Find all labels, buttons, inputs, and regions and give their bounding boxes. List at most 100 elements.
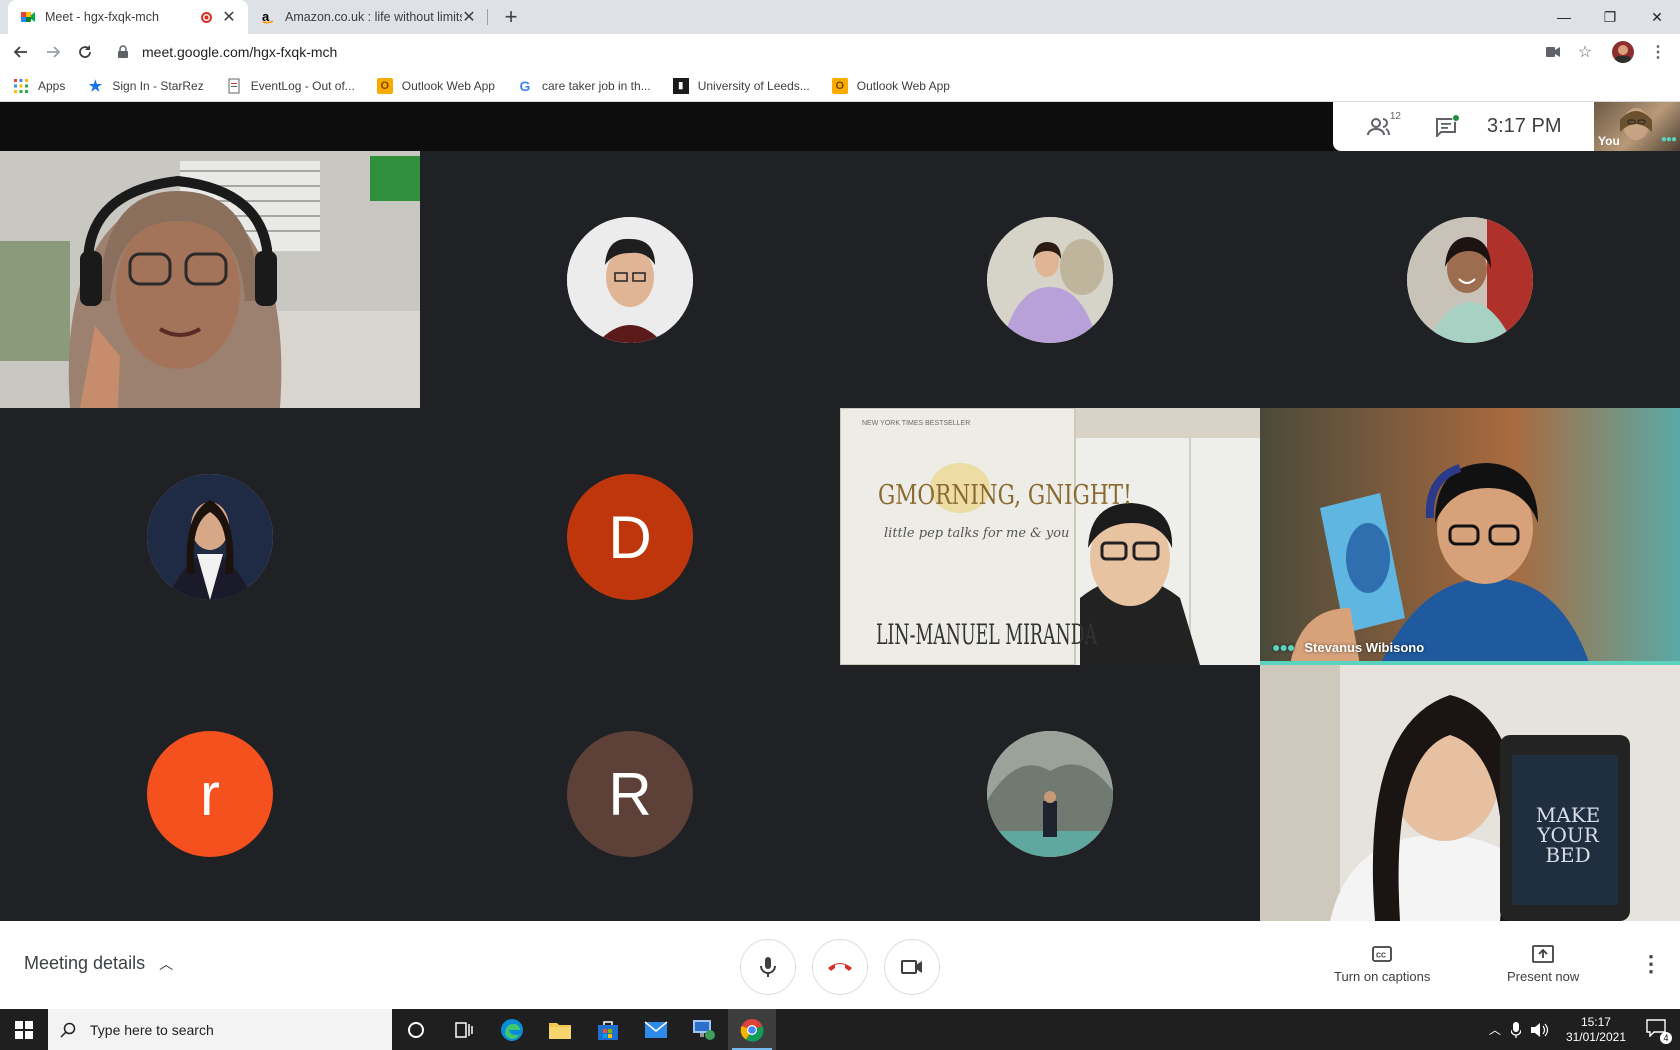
participant-avatar bbox=[147, 474, 273, 600]
bookmark-label: Apps bbox=[38, 78, 66, 93]
present-now-button[interactable]: Present now bbox=[1507, 943, 1579, 984]
action-center-button[interactable]: 4 bbox=[1646, 1019, 1672, 1044]
leave-call-button[interactable] bbox=[812, 939, 868, 995]
participant-tile-12[interactable]: MAKE YOUR BED bbox=[1260, 665, 1680, 922]
chevron-up-icon[interactable]: ︿ bbox=[1489, 1021, 1501, 1038]
microphone-button[interactable] bbox=[740, 939, 796, 995]
bookmark-caretaker[interactable]: G care taker job in th... bbox=[517, 78, 651, 94]
participant-tile-6[interactable]: D bbox=[420, 408, 840, 665]
hang-up-icon bbox=[828, 963, 852, 971]
mail-icon bbox=[644, 1020, 668, 1038]
book2-title: MAKE YOUR BED bbox=[1535, 803, 1601, 867]
browser-menu-icon[interactable]: ⋮ bbox=[1647, 41, 1669, 63]
clock-time: 15:17 bbox=[1580, 1014, 1611, 1029]
audio-indicator-icon: ●●● bbox=[1660, 134, 1677, 145]
participant-tile-7[interactable]: NEW YORK TIMES BESTSELLER GMORNING, GNIG… bbox=[840, 408, 1260, 665]
participant-tile-2[interactable] bbox=[420, 151, 840, 408]
participant-avatar bbox=[987, 731, 1113, 857]
windows-start-button[interactable] bbox=[0, 1009, 48, 1050]
bookmark-leeds[interactable]: ▮ University of Leeds... bbox=[672, 77, 810, 94]
forward-arrow-icon[interactable] bbox=[39, 38, 67, 66]
browser-toolbar: meet.google.com/hgx-fxqk-mch ☆ ⋮ bbox=[0, 34, 1680, 70]
participant-avatar-letter: R bbox=[567, 731, 693, 857]
windows-logo-icon bbox=[15, 1020, 33, 1039]
taskbar-clock[interactable]: 15:17 31/01/2021 bbox=[1566, 1015, 1626, 1045]
tab-amazon[interactable]: a Amazon.co.uk : life without limits ✕ bbox=[248, 0, 488, 34]
url-text: meet.google.com/hgx-fxqk-mch bbox=[142, 44, 338, 60]
bookmark-label: Outlook Web App bbox=[401, 78, 495, 93]
participant-name-tag: ●●● Stevanus Wibisono bbox=[1272, 639, 1424, 655]
bookmark-eventlog[interactable]: EventLog - Out of... bbox=[226, 78, 355, 94]
close-window-button[interactable]: ✕ bbox=[1634, 0, 1680, 34]
bookmark-label: University of Leeds... bbox=[697, 78, 810, 93]
lock-icon bbox=[118, 45, 128, 58]
participant-tile-5[interactable] bbox=[0, 408, 420, 665]
present-screen-icon bbox=[1532, 943, 1555, 965]
meeting-details-button[interactable]: Meeting details ︿ bbox=[24, 953, 173, 974]
taskbar-store[interactable] bbox=[584, 1009, 632, 1050]
profile-avatar[interactable] bbox=[1612, 41, 1634, 63]
participant-tile-4[interactable] bbox=[1260, 151, 1680, 408]
back-arrow-icon[interactable] bbox=[7, 38, 35, 66]
chat-button[interactable] bbox=[1435, 113, 1460, 137]
participant-video bbox=[1260, 665, 1680, 921]
google-meet-icon bbox=[21, 12, 35, 22]
bookmark-outlook-1[interactable]: O Outlook Web App bbox=[376, 77, 495, 94]
participant-tile-10[interactable]: R bbox=[420, 665, 840, 922]
reload-icon[interactable] bbox=[71, 38, 99, 66]
camera-button[interactable] bbox=[884, 939, 940, 995]
restore-button[interactable]: ❐ bbox=[1587, 0, 1633, 34]
book-title: GMORNING, GNIGHT! bbox=[878, 480, 1132, 511]
book-subtitle: little pep talks for me & you bbox=[884, 526, 1070, 541]
captions-button[interactable]: CC Turn on captions bbox=[1334, 943, 1430, 984]
bookmarks-bar: Apps ★ Sign In - StarRez EventLog - Out … bbox=[0, 70, 1680, 102]
cortana-button[interactable] bbox=[392, 1009, 440, 1050]
tab-meet[interactable]: Meet - hgx-fxqk-mch ✕ bbox=[8, 0, 248, 34]
microphone-tray-icon[interactable] bbox=[1510, 1021, 1521, 1038]
bookmark-outlook-2[interactable]: O Outlook Web App bbox=[831, 77, 950, 94]
participant-tile-3[interactable] bbox=[840, 151, 1260, 408]
microphone-icon bbox=[760, 957, 776, 977]
taskbar-chrome[interactable] bbox=[728, 1009, 776, 1050]
participant-tile-1[interactable] bbox=[0, 151, 420, 408]
participant-tile-9[interactable]: r bbox=[0, 665, 420, 922]
task-view-button[interactable] bbox=[440, 1009, 488, 1050]
clock-date: 31/01/2021 bbox=[1565, 1029, 1626, 1044]
participant-tile-11[interactable] bbox=[840, 665, 1260, 922]
document-icon bbox=[228, 78, 240, 93]
close-tab-icon[interactable]: ✕ bbox=[462, 7, 476, 27]
bookmark-star-icon[interactable]: ☆ bbox=[1574, 41, 1596, 63]
minimize-button[interactable]: — bbox=[1541, 0, 1587, 34]
outlook-icon: O bbox=[831, 77, 848, 94]
amazon-icon: a bbox=[262, 9, 274, 24]
tab-title: Amazon.co.uk : life without limits bbox=[285, 10, 462, 24]
participant-count: 12 bbox=[1389, 110, 1401, 122]
taskbar-remote-app[interactable] bbox=[680, 1009, 728, 1050]
task-view-icon bbox=[455, 1021, 473, 1038]
taskbar-file-explorer[interactable] bbox=[536, 1009, 584, 1050]
camera-in-use-icon[interactable] bbox=[1542, 41, 1564, 63]
new-tab-button[interactable]: + bbox=[498, 4, 524, 30]
speaking-indicator-icon: ●●● bbox=[1272, 639, 1295, 655]
store-icon bbox=[598, 1020, 618, 1040]
bookmark-starrez[interactable]: ★ Sign In - StarRez bbox=[87, 77, 204, 95]
taskbar-mail[interactable] bbox=[632, 1009, 680, 1050]
close-tab-icon[interactable]: ✕ bbox=[222, 7, 236, 27]
more-options-icon[interactable]: ⋮ bbox=[1640, 951, 1662, 977]
participant-tile-8-speaking[interactable]: ●●● Stevanus Wibisono bbox=[1260, 408, 1680, 665]
bookmark-label: EventLog - Out of... bbox=[250, 78, 355, 93]
star-icon: ★ bbox=[88, 77, 103, 95]
svg-text:CC: CC bbox=[1376, 953, 1386, 960]
taskbar-edge[interactable] bbox=[488, 1009, 536, 1050]
address-bar[interactable]: meet.google.com/hgx-fxqk-mch bbox=[112, 37, 1557, 67]
bookmark-apps[interactable]: Apps bbox=[13, 78, 65, 94]
taskbar-search-box[interactable]: Type here to search bbox=[48, 1009, 392, 1050]
participants-button[interactable]: 12 bbox=[1367, 111, 1401, 137]
participant-avatar bbox=[987, 217, 1113, 343]
self-view-tile[interactable]: You ●●● bbox=[1594, 102, 1680, 151]
university-icon: ▮ bbox=[672, 77, 689, 94]
cortana-icon bbox=[408, 1021, 424, 1038]
volume-icon[interactable] bbox=[1530, 1022, 1549, 1037]
participant-video bbox=[0, 151, 420, 408]
tab-strip: Meet - hgx-fxqk-mch ✕ a Amazon.co.uk : l… bbox=[0, 0, 1680, 34]
